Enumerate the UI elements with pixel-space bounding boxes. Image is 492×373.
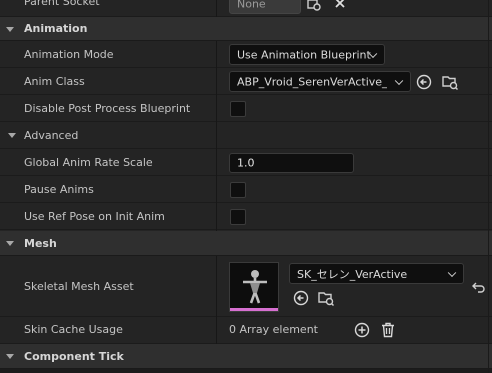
parent-socket-label: Parent Socket: [24, 0, 100, 8]
section-arrow-icon: [6, 27, 14, 32]
animation-mode-label: Animation Mode: [24, 48, 114, 61]
right-edge-line: [488, 0, 489, 373]
skeletal-mesh-value: SK_セレン_VerActive: [297, 267, 408, 281]
delete-icon[interactable]: [381, 322, 395, 338]
parent-socket-row: Parent Socket None: [0, 0, 492, 17]
component-tick-category-header[interactable]: Component Tick: [0, 344, 492, 369]
column-divider[interactable]: [216, 41, 217, 231]
disable-post-process-row: Disable Post Process Blueprint: [0, 95, 492, 122]
browse-icon[interactable]: [441, 73, 459, 91]
global-anim-rate-row: Global Anim Rate Scale 1.0: [0, 149, 492, 176]
bottom-strip: [0, 369, 492, 373]
animation-mode-row: Animation Mode Use Animation Blueprint: [0, 41, 492, 68]
skeletal-mesh-combo[interactable]: SK_セレン_VerActive: [289, 263, 464, 284]
pause-anims-row: Pause Anims: [0, 176, 492, 203]
use-ref-pose-label: Use Ref Pose on Init Anim: [24, 210, 165, 223]
add-element-icon[interactable]: [354, 322, 370, 338]
browse-icon[interactable]: [317, 289, 335, 307]
reset-to-default-icon[interactable]: [472, 281, 486, 293]
skeletal-mesh-thumbnail[interactable]: [229, 262, 279, 312]
section-arrow-icon: [8, 133, 16, 138]
animation-category-header[interactable]: Animation: [0, 17, 492, 41]
anim-class-value: ABP_Vroid_SerenVerActive_C: [237, 75, 387, 88]
column-divider[interactable]: [216, 0, 217, 17]
anim-class-row: Anim Class ABP_Vroid_SerenVerActive_C: [0, 68, 492, 95]
mesh-category-title: Mesh: [24, 237, 57, 250]
advanced-group-title: Advanced: [24, 129, 79, 142]
animation-mode-combo[interactable]: Use Animation Blueprint: [229, 44, 385, 65]
animation-mode-value: Use Animation Blueprint: [237, 48, 371, 61]
pause-anims-checkbox[interactable]: [230, 182, 246, 198]
asset-type-color-bar: [230, 308, 278, 311]
mesh-category-header[interactable]: Mesh: [0, 231, 492, 256]
parent-socket-combo[interactable]: None: [229, 0, 301, 14]
section-arrow-icon: [6, 354, 14, 359]
use-selected-icon[interactable]: [293, 290, 309, 306]
character-thumbnail-image: [243, 270, 267, 304]
advanced-group-header[interactable]: Advanced: [0, 122, 492, 149]
disable-post-process-checkbox[interactable]: [230, 101, 246, 117]
skin-cache-value: 0 Array element: [229, 323, 318, 336]
parent-socket-value: None: [237, 0, 266, 11]
global-anim-rate-input[interactable]: 1.0: [229, 153, 354, 173]
anim-class-combo[interactable]: ABP_Vroid_SerenVerActive_C: [229, 71, 411, 92]
global-anim-rate-value: 1.0: [237, 156, 255, 170]
skin-cache-row: Skin Cache Usage 0 Array element: [0, 317, 492, 344]
skin-cache-label: Skin Cache Usage: [24, 323, 123, 336]
anim-class-label: Anim Class: [24, 75, 85, 88]
global-anim-rate-label: Global Anim Rate Scale: [24, 156, 153, 169]
column-divider[interactable]: [216, 256, 217, 344]
section-arrow-icon: [6, 241, 14, 246]
use-selected-icon[interactable]: [416, 74, 432, 90]
skeletal-mesh-label: Skeletal Mesh Asset: [24, 280, 134, 293]
animation-category-title: Animation: [24, 22, 88, 35]
pause-anims-label: Pause Anims: [24, 183, 94, 196]
skeletal-mesh-row: Skeletal Mesh Asset SK_セレン_VerActive: [0, 256, 492, 317]
chevron-down-icon: [447, 268, 457, 277]
use-ref-pose-row: Use Ref Pose on Init Anim: [0, 203, 492, 230]
component-tick-category-title: Component Tick: [24, 350, 124, 363]
disable-post-process-label: Disable Post Process Blueprint: [24, 102, 191, 115]
browse-icon[interactable]: [306, 0, 322, 13]
use-ref-pose-checkbox[interactable]: [230, 209, 246, 225]
chevron-down-icon: [394, 76, 404, 85]
clear-icon[interactable]: [333, 0, 347, 10]
